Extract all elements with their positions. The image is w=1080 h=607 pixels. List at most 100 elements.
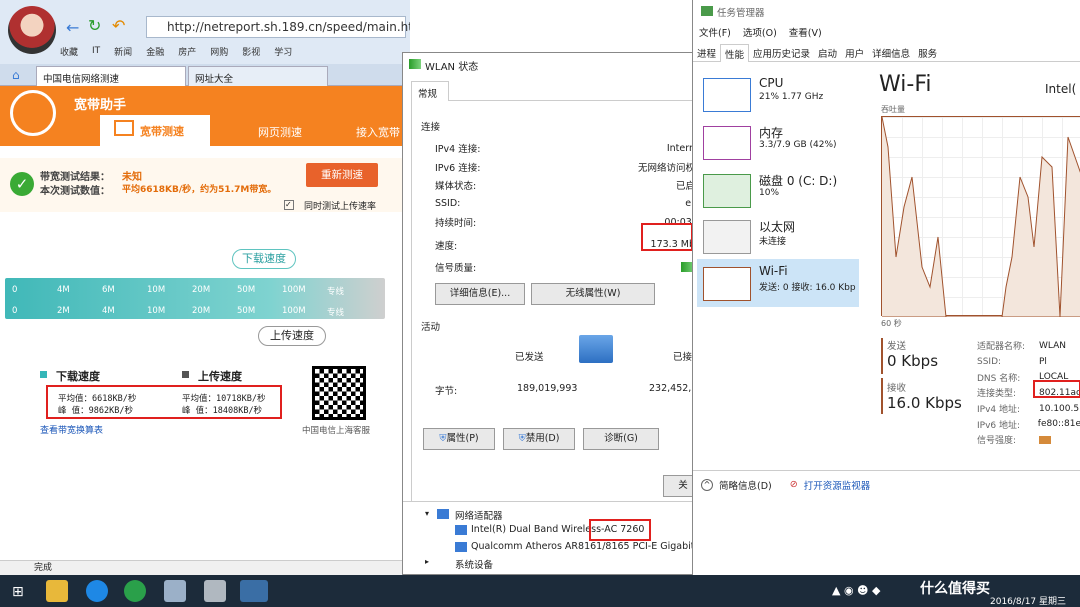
chevron-up-icon[interactable]: ^ [701,478,713,491]
back-icon[interactable]: ← [66,18,79,37]
taskmgr-taskbar-icon[interactable] [240,580,268,602]
row-key: 媒体状态: [435,181,477,193]
properties-button[interactable]: ⛨属性(P) [423,428,495,450]
dialog-title: WLAN 状态 [425,62,479,73]
row-key: SSID: [435,198,461,210]
wireless-props-button[interactable]: 无线属性(W) [531,283,655,305]
tab-web-test[interactable]: 网页测速 [258,124,302,140]
tab-processes[interactable]: 进程 [693,44,720,62]
url-input[interactable]: http://netreport.sh.189.cn/speed/main.ht… [146,16,410,38]
retest-button[interactable]: 重新测速 [306,163,378,187]
download-scale-row: 0 4M 6M 10M 20M 50M 100M 专线 [12,285,382,297]
fav-item[interactable]: 房产 [178,45,196,58]
fav-item[interactable]: 新闻 [114,45,132,58]
tick: 0 [12,285,18,295]
tab-urls[interactable]: 网址大全 [188,66,328,86]
home-icon[interactable]: ⌂ [12,68,20,82]
wlan-status-dialog: WLAN 状态 常规 连接 IPv4 连接: Intern IPv6 连接: 无网络… [402,52,702,575]
item-sub: 21% 1.77 GHz [759,92,824,102]
fav-item[interactable]: IT [92,46,100,56]
device-qualcomm[interactable]: Qualcomm Atheros AR8161/8165 PCI-E Gigab… [471,541,701,552]
perf-disk[interactable]: 磁盘 0 (C: D:) 10% [697,168,859,214]
tray-icons[interactable]: ▲ ◉ ☻ ◆ [832,584,880,597]
tab-services[interactable]: 服务 [914,44,941,62]
sync-checkbox[interactable]: ✓ [284,200,294,210]
tab-performance[interactable]: 性能 [720,43,750,62]
adapter-group[interactable]: 网络适配器 [455,508,503,522]
item-name: Wi-Fi [759,264,788,278]
menu-options[interactable]: 选项(O) [743,25,777,39]
upload-scale-row: 0 2M 4M 10M 20M 50M 100M 专线 [12,306,382,318]
details-button[interactable]: 详细信息(E)... [435,283,525,305]
resource-monitor-link[interactable]: 打开资源监视器 [804,478,871,492]
result-label: 带宽测试结果： [40,172,110,183]
connection-heading: 连接 [421,122,441,133]
menu-file[interactable]: 文件(F) [699,25,731,39]
adapter-icon [455,525,467,535]
network-adapter-icon [437,509,449,519]
undo-icon[interactable]: ↶ [112,16,125,35]
start-icon[interactable]: ⊞ [12,584,24,600]
conversion-link[interactable]: 查看带宽换算表 [40,423,103,436]
expand-icon[interactable]: ▾ [425,509,429,518]
tab-access[interactable]: 接入宽带 [356,124,400,140]
tab-app-history[interactable]: 应用历史记录 [749,44,814,62]
perf-wifi[interactable]: Wi-Fi 发送: 0 接收: 16.0 Kbp [697,261,859,307]
fav-item[interactable]: 学习 [274,45,292,58]
brief-toggle[interactable]: 简略信息(D) [719,478,772,492]
disable-button[interactable]: ⛨禁用(D) [503,428,575,450]
tick: 6M [102,285,115,295]
tick: 20M [192,285,211,295]
tick: 100M [282,285,306,295]
app-icon[interactable] [124,580,146,602]
clock[interactable]: 2016/8/17 星期三 [990,594,1066,607]
upload-speed-badge: 上传速度 [258,326,326,346]
prop-val: fe80::81e [1037,419,1080,430]
diagnose-button[interactable]: 诊断(G) [583,428,659,450]
item-sub: 3.3/7.9 GB (42%) [759,140,837,150]
network-app-icon[interactable] [164,580,186,602]
fav-item[interactable]: 收藏 [60,45,78,58]
row-val: Intern [666,142,695,154]
taskmgr-icon [701,6,713,16]
prop-val: Pl [1039,356,1047,367]
device-manager-icon[interactable] [204,580,226,602]
tab-startup[interactable]: 启动 [814,44,841,62]
fav-item[interactable]: 金融 [146,45,164,58]
system-devices[interactable]: 系统设备 [455,557,493,571]
fav-item[interactable]: 影视 [242,45,260,58]
monitor-icon [114,120,134,136]
browser-window: ← ↻ ↶ http://netreport.sh.189.cn/speed/m… [0,0,410,575]
tab-general[interactable]: 常规 [411,81,449,101]
row-val: 无网络访问权 [637,162,695,174]
browser-icon[interactable] [86,580,108,602]
refresh-icon[interactable]: ↻ [88,16,101,35]
user-avatar[interactable] [8,6,56,54]
taskbar [0,575,1080,607]
bytes-received: 232,452,3 [649,383,698,394]
tab-speedtest[interactable]: 中国电信网络测速 [36,66,186,86]
fav-item[interactable]: 网购 [210,45,228,58]
prop-key: 信号强度: [977,436,1017,447]
button-label: 属性(P) [446,433,479,444]
collapse-icon[interactable]: ▸ [425,557,429,566]
time-span-label: 60 秒 [881,319,902,328]
activity-heading: 活动 [421,322,441,333]
perf-ethernet[interactable]: 以太网 未连接 [697,214,859,260]
shield-icon: ⛨ [518,433,526,444]
tab-users[interactable]: 用户 [841,44,868,62]
menu-view[interactable]: 查看(V) [789,25,822,39]
explorer-icon[interactable] [46,580,68,602]
network-computers-icon [579,335,613,363]
perf-memory[interactable]: 内存 3.3/7.9 GB (42%) [697,120,859,166]
perf-cpu[interactable]: CPU 21% 1.77 GHz [697,72,859,118]
item-sub: 10% [759,188,780,198]
tick: 50M [237,306,256,316]
send-label: 发送 [887,341,907,352]
app-title: 宽带助手 [74,98,127,113]
tick: 10M [147,285,166,295]
prop-val: WLAN [1039,340,1067,351]
item-name: 内存 [759,126,784,140]
tab-details[interactable]: 详细信息 [868,44,914,62]
download-heading: 下载速度 [56,370,100,383]
